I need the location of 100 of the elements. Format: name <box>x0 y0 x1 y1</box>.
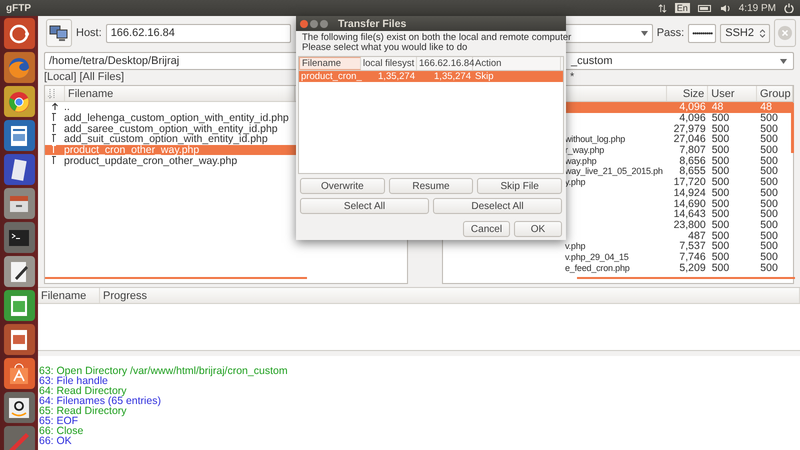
clock[interactable]: 4:19 PM <box>738 2 776 14</box>
file-size: 8,656 <box>678 156 707 166</box>
file-row[interactable]: product_update_cron_other_way.php <box>45 155 407 166</box>
scrollbar[interactable] <box>577 277 795 279</box>
file-name: r_way.php <box>565 145 604 156</box>
dialog-button[interactable]: Select All <box>300 198 429 214</box>
file-row[interactable]: .. <box>45 102 407 113</box>
file-size: 14,924 <box>672 188 707 198</box>
column-header[interactable]: local filesyst <box>361 57 417 70</box>
file-size: 7,746 <box>678 252 707 262</box>
network-arrows-icon <box>658 4 667 12</box>
column-header[interactable]: Filename <box>299 57 361 70</box>
file-name: y.php <box>565 177 586 188</box>
file-group: 500 <box>757 209 794 220</box>
file-name: v.php <box>565 241 586 252</box>
file-group: 500 <box>757 177 794 188</box>
file-size: 4,096 <box>678 113 707 124</box>
host-field[interactable]: 166.62.16.84 <box>106 24 291 42</box>
log-line: 66: OK <box>39 436 72 446</box>
minimize-button[interactable] <box>310 20 318 28</box>
file-group: 500 <box>757 166 794 176</box>
dialog-message: Please select what you would like to do <box>302 43 468 53</box>
maximize-button[interactable] <box>320 20 328 28</box>
file-group: 500 <box>757 262 794 273</box>
file-group: 500 <box>757 156 794 166</box>
file-group: 500 <box>757 220 794 230</box>
file-user: 500 <box>710 124 730 134</box>
dialog-button[interactable]: Resume <box>388 178 474 194</box>
dialog-button[interactable]: Deselect All <box>433 198 562 214</box>
column-header[interactable]: Action <box>473 57 561 70</box>
file-name: add_suit_custom_option_with_entity_id.php <box>63 134 268 144</box>
file-group: 500 <box>757 113 794 124</box>
up-arrow-icon <box>51 102 58 110</box>
column-header[interactable]: Filename <box>38 288 100 303</box>
file-group: 500 <box>757 145 794 156</box>
file-group: 500 <box>757 252 794 262</box>
file-group: 500 <box>757 134 794 144</box>
dropdown-arrow-icon <box>640 30 648 36</box>
launcher-button[interactable] <box>4 256 34 287</box>
log-line: 64: Filenames (65 entries) <box>39 396 161 406</box>
log-line: 65: EOF <box>39 416 78 426</box>
table-cell-text: 1,35,274 <box>377 71 416 82</box>
close-button[interactable] <box>300 20 308 28</box>
file-row[interactable]: v.php_29_04_15 7,746 500 500 <box>443 252 793 262</box>
connect-button[interactable] <box>46 19 72 47</box>
scrollbar[interactable] <box>45 277 307 279</box>
launcher-button[interactable] <box>4 290 34 321</box>
file-group: 48 <box>757 102 794 112</box>
table-cell-text: product_cron_ <box>300 71 361 82</box>
launcher-button[interactable] <box>4 120 34 151</box>
file-size: 487 <box>688 230 707 241</box>
file-size: 14,643 <box>672 209 707 220</box>
file-user: 500 <box>710 134 730 144</box>
column-header[interactable]: Group <box>757 86 793 101</box>
file-row[interactable]: add_saree_custom_option_with_entity_id.php <box>45 123 407 134</box>
dialog-button[interactable]: OK <box>514 221 562 237</box>
remote-filter-label: * <box>570 72 574 83</box>
file-name: without_log.php <box>565 134 626 144</box>
file-size: 7,807 <box>678 145 707 156</box>
file-size: 17,720 <box>672 177 707 188</box>
scrollbar[interactable] <box>791 103 794 153</box>
dropdown-arrow-icon <box>780 58 787 64</box>
file-name: way.php <box>565 156 596 166</box>
launcher-button[interactable] <box>4 392 34 423</box>
dialog-button[interactable]: Cancel <box>463 221 510 237</box>
file-name: add_lehenga_custom_option_with_entity_id.php <box>63 113 290 124</box>
file-row[interactable]: e_feed_cron.php 5,209 500 500 <box>443 262 793 273</box>
launcher-button[interactable] <box>4 358 34 389</box>
column-header[interactable]: Size <box>666 86 708 101</box>
log-line: 66: Close <box>39 426 84 436</box>
round-logo-icon <box>7 90 31 114</box>
file-user: 500 <box>710 188 730 198</box>
host-label: Host: <box>76 27 102 39</box>
column-header[interactable]: Progress <box>100 288 800 303</box>
file-user: 500 <box>710 209 730 220</box>
window-title: gFTP <box>6 2 31 14</box>
launcher-button[interactable] <box>4 324 34 355</box>
column-header[interactable]: 166.62.16.84 <box>417 57 473 70</box>
file-size: 8,655 <box>678 166 707 176</box>
shopping-bag-icon <box>7 362 31 386</box>
keyboard-layout-indicator[interactable]: En <box>674 3 690 13</box>
file-group: 500 <box>757 241 794 252</box>
close-icon <box>778 26 792 40</box>
launcher-button[interactable] <box>4 188 34 219</box>
file-user: 500 <box>710 220 730 230</box>
launcher-button[interactable] <box>4 18 34 49</box>
dialog-button[interactable]: Overwrite <box>300 178 385 194</box>
file-row[interactable]: add_suit_custom_option_with_entity_id.php <box>45 134 407 145</box>
power-icon <box>784 3 794 13</box>
dialog-button[interactable]: Skip File <box>477 178 562 194</box>
local-filter-label: [Local] [All Files] <box>44 72 124 83</box>
password-field[interactable]: •••••••••• <box>688 24 716 42</box>
log-line: 63: File handle <box>39 376 108 386</box>
column-header[interactable]: User <box>708 86 757 101</box>
file-row[interactable]: add_lehenga_custom_option_with_entity_id.php <box>45 112 407 124</box>
launcher-button[interactable] <box>4 86 34 117</box>
file-user: 500 <box>710 156 730 166</box>
launcher-button[interactable] <box>4 154 34 185</box>
protocol-spinner[interactable]: SSH2 <box>720 24 770 42</box>
file-row[interactable]: v.php 7,537 500 500 <box>443 240 793 252</box>
